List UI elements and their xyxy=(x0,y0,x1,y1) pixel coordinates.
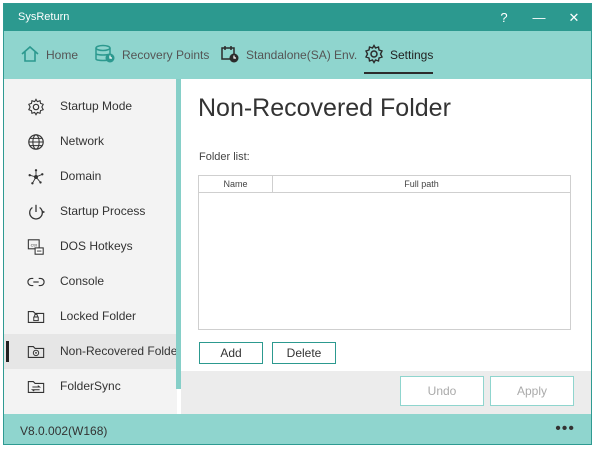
top-navigation: Home Recovery Points Standalone(SA) Env.… xyxy=(4,31,591,79)
network-nodes-icon xyxy=(26,167,46,187)
nav-standalone-env-label: Standalone(SA) Env. xyxy=(246,48,358,62)
sidebar-item-foldersync[interactable]: FolderSync xyxy=(4,369,177,404)
console-link-icon xyxy=(26,272,46,292)
svg-text:Ctrl: Ctrl xyxy=(31,243,37,248)
app-window: SysReturn ? — ✕ Home Recovery Points Sta… xyxy=(3,3,592,445)
nav-recovery-points-label: Recovery Points xyxy=(122,48,210,62)
home-icon xyxy=(20,44,40,67)
gear-icon xyxy=(364,43,384,67)
keyboard-ctrl-icon: Ctrl xyxy=(26,237,46,257)
non-recovered-folder-icon xyxy=(26,342,46,362)
nav-home-label: Home xyxy=(46,48,79,62)
sidebar-item-network[interactable]: Network xyxy=(4,124,177,159)
action-bar: Undo Apply xyxy=(181,371,591,414)
folder-list-label: Folder list: xyxy=(199,151,250,163)
active-tab-indicator xyxy=(364,72,434,74)
undo-button[interactable]: Undo xyxy=(400,376,484,406)
column-header-full-path[interactable]: Full path xyxy=(273,176,570,193)
globe-icon xyxy=(26,132,46,152)
sidebar-item-label: Console xyxy=(60,274,105,288)
folder-list-table[interactable]: Name Full path xyxy=(198,175,571,330)
sidebar-item-label: Startup Mode xyxy=(60,99,133,113)
apply-button[interactable]: Apply xyxy=(490,376,574,406)
nav-home[interactable]: Home xyxy=(20,31,78,79)
minimize-button[interactable]: — xyxy=(522,4,556,31)
page-title: Non-Recovered Folder xyxy=(198,94,451,122)
sidebar-item-label: DOS Hotkeys xyxy=(60,239,133,253)
power-process-icon xyxy=(26,202,46,222)
gear-outline-icon xyxy=(26,97,46,117)
locked-folder-icon xyxy=(26,307,46,327)
nav-settings-label: Settings xyxy=(390,48,434,62)
sidebar-item-label: FolderSync xyxy=(60,379,121,393)
nav-settings[interactable]: Settings xyxy=(364,31,434,79)
database-clock-icon xyxy=(94,44,116,67)
sidebar-item-label: Non-Recovered Folder xyxy=(60,344,182,358)
folder-sync-icon xyxy=(26,377,46,397)
version-label: V8.0.002(W168) xyxy=(20,424,108,438)
nav-standalone-env[interactable]: Standalone(SA) Env. xyxy=(220,31,357,79)
help-button[interactable]: ? xyxy=(487,4,521,31)
sidebar-item-startup-process[interactable]: Startup Process xyxy=(4,194,177,229)
column-header-name[interactable]: Name xyxy=(199,176,273,193)
sidebar-item-locked-folder[interactable]: Locked Folder xyxy=(4,299,177,334)
add-button[interactable]: Add xyxy=(199,342,263,364)
active-item-indicator xyxy=(6,341,9,362)
sidebar-item-label: Locked Folder xyxy=(60,309,137,323)
more-options-button[interactable]: ••• xyxy=(555,420,575,438)
settings-sidebar: Startup Mode Network Domain Startup Proc… xyxy=(4,79,181,414)
close-button[interactable]: ✕ xyxy=(557,4,591,31)
table-header: Name Full path xyxy=(199,176,570,193)
sidebar-item-startup-mode[interactable]: Startup Mode xyxy=(4,89,177,124)
sidebar-item-label: Startup Process xyxy=(60,204,146,218)
status-bar: V8.0.002(W168) ••• xyxy=(4,414,591,444)
nav-recovery-points[interactable]: Recovery Points xyxy=(94,31,209,79)
sidebar-item-label: Network xyxy=(60,134,105,148)
sidebar-item-non-recovered-folder[interactable]: Non-Recovered Folder xyxy=(4,334,181,369)
delete-button[interactable]: Delete xyxy=(272,342,336,364)
sidebar-item-console[interactable]: Console xyxy=(4,264,177,299)
sidebar-item-dos-hotkeys[interactable]: Ctrl DOS Hotkeys xyxy=(4,229,177,264)
sidebar-item-label: Domain xyxy=(60,169,102,183)
main-content: Non-Recovered Folder Folder list: Name F… xyxy=(181,79,591,371)
title-bar: SysReturn ? — ✕ xyxy=(4,4,591,31)
sidebar-item-domain[interactable]: Domain xyxy=(4,159,177,194)
calendar-clock-icon xyxy=(220,44,240,67)
app-title: SysReturn xyxy=(18,11,70,23)
